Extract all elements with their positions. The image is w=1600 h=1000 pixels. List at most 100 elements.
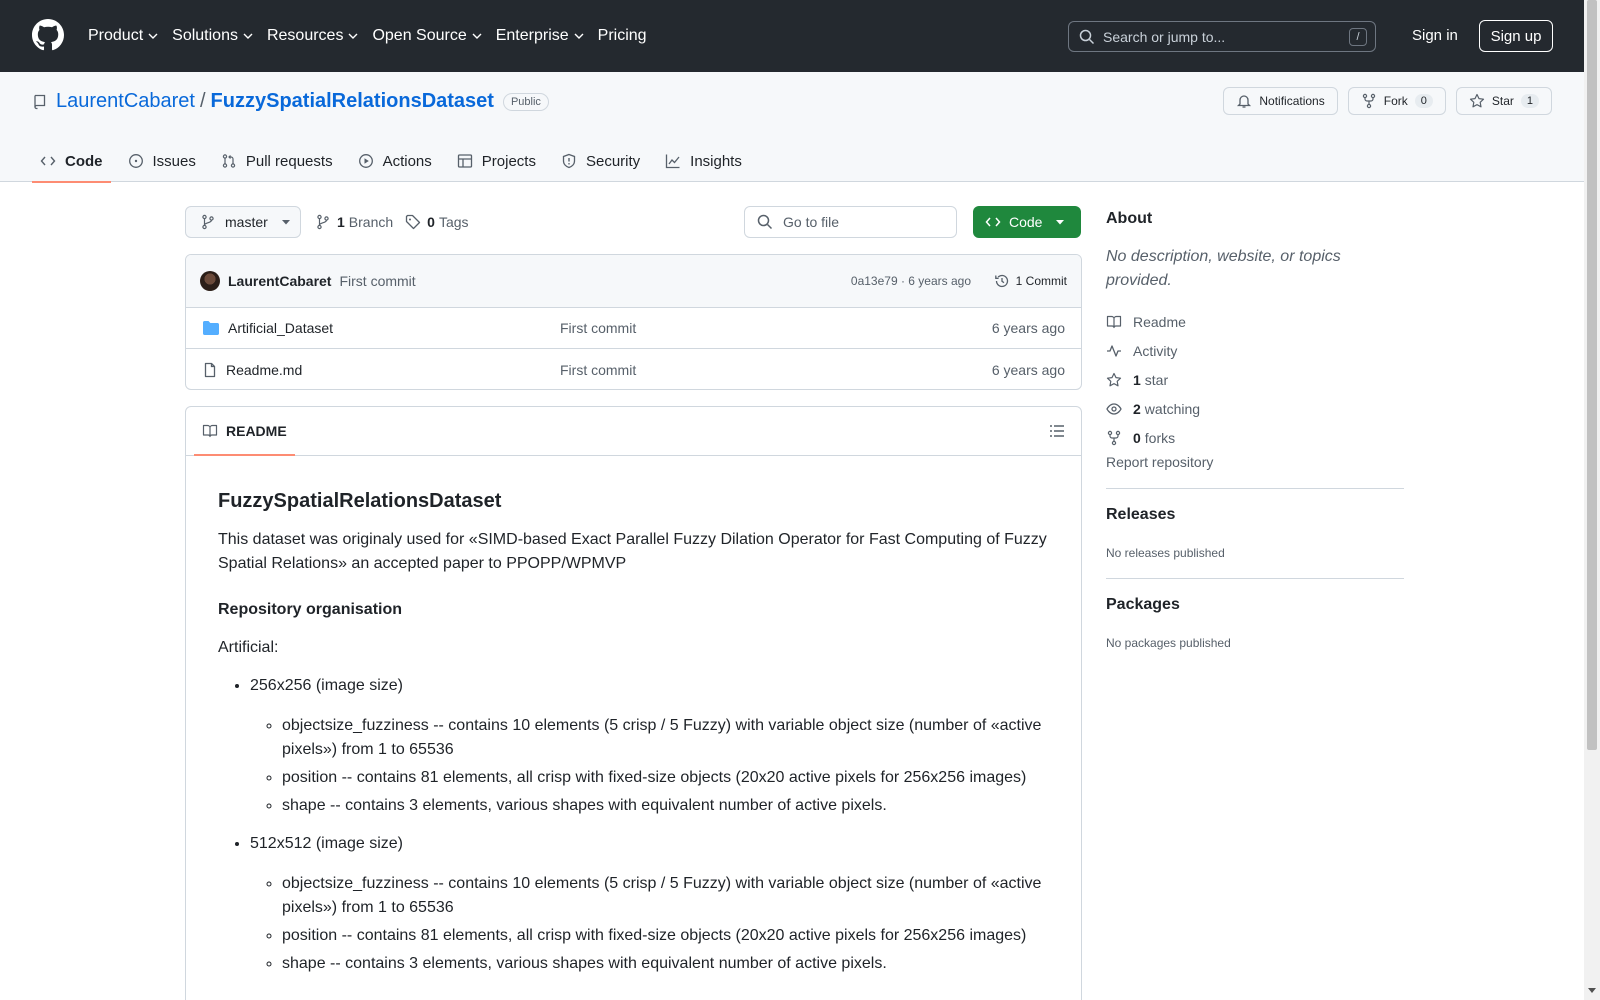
tag-count[interactable]: 0	[427, 214, 435, 230]
scroll-down-arrow-icon[interactable]	[1588, 988, 1596, 993]
code-icon	[40, 156, 56, 166]
search-input[interactable]: Search or jump to... /	[1068, 21, 1376, 52]
readme-intro: This dataset was originaly used for «SIM…	[218, 531, 1047, 572]
tab-issues[interactable]: Issues	[120, 140, 204, 182]
scrollbar-thumb[interactable]	[1587, 0, 1597, 750]
tag-icon	[406, 214, 421, 230]
branch-icon	[202, 214, 214, 230]
branch-toolbar: master 1 Branch 0 Tags Go to file Code	[185, 206, 1082, 238]
list-item: 512x512 (image size) objectsize_fuzzines…	[250, 832, 1049, 976]
commit-hash-age[interactable]: 0a13e79 · 6 years ago	[851, 274, 971, 288]
activity-link[interactable]: Activity	[1106, 336, 1404, 365]
pulse-icon	[1107, 344, 1121, 357]
forks-link[interactable]: 0 forks	[1106, 423, 1404, 452]
tab-projects[interactable]: Projects	[449, 140, 544, 182]
readme-title: FuzzySpatialRelationsDataset	[218, 490, 502, 512]
shield-icon	[562, 153, 576, 169]
folder-icon	[203, 321, 219, 335]
tab-actions[interactable]: Actions	[350, 140, 440, 182]
nav-resources[interactable]: Resources	[267, 27, 358, 45]
file-age: 6 years ago	[991, 361, 1065, 378]
watching-link[interactable]: 2 watching	[1106, 394, 1404, 423]
code-dropdown-button[interactable]: Code	[973, 206, 1081, 238]
tag-label[interactable]: Tags	[439, 214, 469, 230]
file-commit-message[interactable]: First commit	[560, 320, 636, 336]
fork-button[interactable]: Fork 0	[1347, 87, 1446, 115]
search-placeholder: Search or jump to...	[1103, 28, 1226, 45]
repo-header: LaurentCabaret / FuzzySpatialRelationsDa…	[0, 72, 1584, 183]
tab-security[interactable]: Security	[553, 140, 648, 182]
file-age: 6 years ago	[991, 320, 1065, 336]
go-to-file-input[interactable]: Go to file	[744, 206, 957, 238]
star-icon	[1469, 93, 1484, 108]
star-count: 1	[1520, 94, 1539, 108]
file-row[interactable]: Artificial_Dataset First commit 6 years …	[186, 308, 1081, 349]
branch-label[interactable]: Branch	[349, 214, 393, 230]
repo-owner-link[interactable]: LaurentCabaret	[56, 90, 195, 113]
sign-up-button[interactable]: Sign up	[1479, 20, 1553, 52]
star-button[interactable]: Star 1	[1455, 87, 1552, 115]
file-name[interactable]: Readme.md	[226, 362, 302, 378]
readme-tab[interactable]: README	[194, 407, 295, 456]
file-name[interactable]: Artificial_Dataset	[228, 320, 333, 336]
commit-author[interactable]: LaurentCabaret	[228, 273, 331, 289]
file-row[interactable]: Readme.md First commit 6 years ago	[186, 349, 1081, 389]
branch-name: master	[225, 214, 268, 230]
outline-list-icon[interactable]	[1049, 423, 1065, 439]
chevron-down-icon	[348, 33, 358, 39]
github-logo-icon[interactable]	[32, 19, 64, 51]
eye-icon	[1106, 402, 1122, 415]
visibility-badge: Public	[502, 92, 549, 111]
caret-down-icon	[281, 220, 290, 225]
global-header: Product Solutions Resources Open Source …	[0, 0, 1584, 72]
packages-heading[interactable]: Packages	[1106, 596, 1404, 614]
releases-empty: No releases published	[1106, 546, 1225, 560]
report-repository-link[interactable]: Report repository	[1106, 454, 1404, 470]
stars-link[interactable]: 1 star	[1106, 365, 1404, 394]
tab-pull-requests[interactable]: Pull requests	[213, 140, 341, 182]
repo-title: LaurentCabaret / FuzzySpatialRelationsDa…	[32, 90, 549, 113]
tab-code[interactable]: Code	[32, 140, 111, 183]
list-item: shape -- contains 3 elements, various sh…	[282, 952, 1049, 976]
releases-heading[interactable]: Releases	[1106, 506, 1404, 524]
nav-product[interactable]: Product	[88, 27, 158, 45]
list-item: 256x256 (image size) objectsize_fuzzines…	[250, 674, 1049, 818]
latest-commit-row: LaurentCabaret First commit 0a13e79 · 6 …	[186, 255, 1081, 308]
branch-count[interactable]: 1	[337, 214, 345, 230]
page-scrollbar[interactable]	[1584, 0, 1600, 1000]
readme-link[interactable]: Readme	[1106, 307, 1404, 336]
issue-icon	[128, 154, 143, 168]
readme-content: FuzzySpatialRelationsDataset This datase…	[186, 456, 1081, 976]
history-icon	[994, 274, 1008, 288]
sign-in-link[interactable]: Sign in	[1412, 27, 1458, 44]
releases-section: Releases No releases published	[1106, 506, 1404, 560]
file-commit-message[interactable]: First commit	[560, 362, 636, 378]
repo-tabs: Code Issues Pull requests Actions Projec…	[32, 140, 759, 183]
about-heading: About	[1106, 210, 1153, 227]
avatar[interactable]	[200, 271, 220, 291]
commit-count-link[interactable]: 1 Commit	[994, 273, 1067, 289]
search-icon	[1079, 29, 1095, 44]
repo-icon	[34, 94, 46, 109]
notifications-button[interactable]: Notifications	[1223, 87, 1338, 115]
nav-solutions[interactable]: Solutions	[172, 27, 253, 45]
tab-insights[interactable]: Insights	[657, 140, 750, 182]
nav-open-source[interactable]: Open Source	[372, 27, 482, 45]
nav-enterprise[interactable]: Enterprise	[496, 27, 584, 45]
branch-tag-info: 1 Branch 0 Tags	[315, 214, 469, 230]
code-icon	[985, 217, 1001, 227]
list-item: objectsize_fuzziness -- contains 10 elem…	[282, 872, 1049, 920]
readme-sublist: objectsize_fuzziness -- contains 10 elem…	[250, 872, 1049, 976]
divider	[1106, 578, 1404, 579]
list-item: objectsize_fuzziness -- contains 10 elem…	[282, 714, 1049, 762]
top-nav: Product Solutions Resources Open Source …	[88, 0, 661, 72]
commit-message[interactable]: First commit	[339, 273, 415, 289]
file-list: LaurentCabaret First commit 0a13e79 · 6 …	[185, 254, 1082, 390]
about-description: No description, website, or topics provi…	[1106, 248, 1341, 289]
fork-count: 0	[1414, 94, 1433, 108]
branch-select-button[interactable]: master	[185, 206, 301, 238]
repo-name-link[interactable]: FuzzySpatialRelationsDataset	[211, 90, 494, 113]
chevron-down-icon	[574, 33, 584, 39]
nav-pricing[interactable]: Pricing	[598, 27, 647, 45]
book-icon	[1106, 315, 1122, 328]
